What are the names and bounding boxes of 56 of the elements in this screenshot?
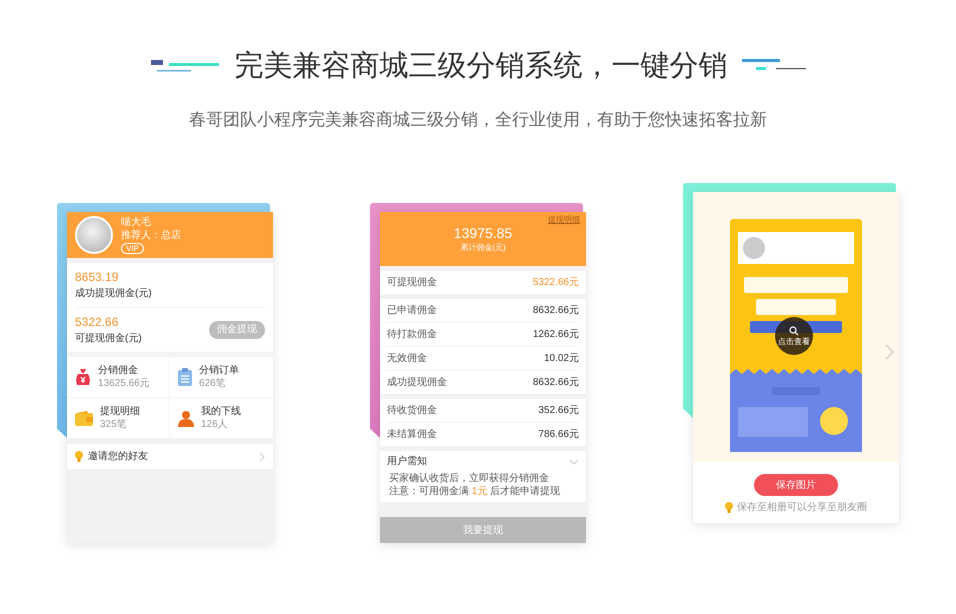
row-value: 786.66元 (538, 428, 579, 441)
money-bag-icon (75, 368, 91, 386)
row-value: 352.66元 (538, 404, 579, 417)
total-amount: 13975.85 (454, 225, 512, 241)
notice-text: 注意：可用佣金满 1元 后才能申请提现 (388, 485, 562, 498)
vip-badge: VIP (121, 242, 144, 254)
menu-detail: 325笔 (100, 418, 128, 431)
referrer-text: 推荐人：总店 (121, 230, 181, 242)
preview-label: 点击查看 (778, 337, 810, 346)
user-name: 喵大毛 (121, 216, 151, 228)
amount-value: 8653.19 (75, 270, 120, 284)
total-label: 累计佣金(元) (460, 243, 506, 253)
row-label: 已申请佣金 (387, 304, 437, 317)
menu-item[interactable]: 提现明细 325笔 (67, 398, 170, 439)
menu-detail: 626笔 (199, 377, 227, 390)
menu-detail: 126人 (201, 418, 229, 431)
search-icon (789, 326, 799, 336)
row-label: 可提现佣金 (387, 276, 437, 289)
row-label: 待打款佣金 (387, 328, 437, 341)
row-value: 1262.66元 (532, 328, 579, 341)
menu-item[interactable]: 我的下线 126人 (170, 398, 273, 439)
invite-row[interactable]: 邀请您的好友 (67, 444, 273, 469)
chevron-right-icon (259, 452, 265, 462)
line-ornament (150, 58, 220, 74)
amount-label: 成功提现佣金(元) (75, 287, 152, 300)
row-label: 成功提现佣金 (387, 376, 447, 389)
person-icon (178, 410, 194, 426)
wallet-icon (75, 410, 93, 426)
clipboard-icon (178, 368, 192, 386)
menu-title: 我的下线 (201, 405, 241, 418)
menu-title: 分销佣金 (98, 364, 139, 377)
invite-text: 邀请您的好友 (88, 450, 149, 463)
menu-item[interactable]: 分销佣金 13625.66元 (67, 357, 170, 398)
row-label: 未结算佣金 (387, 428, 437, 441)
amount-label: 可提现佣金(元) (75, 332, 142, 345)
amount-value: 5322.66 (75, 315, 120, 329)
avatar (75, 216, 113, 254)
menu-title: 提现明细 (100, 405, 140, 418)
notice-text: 买家确认收货后，立即获得分销佣金 (388, 472, 550, 485)
row-value: 8632.66元 (532, 304, 579, 317)
menu-detail: 13625.66元 (98, 377, 150, 390)
page-title: 完美兼容商城三级分销系统，一键分销 (234, 49, 728, 84)
save-hint: 保存至相册可以分享至朋友圈 (737, 501, 867, 514)
chevron-down-icon[interactable] (569, 458, 579, 464)
row-value: 5322.66元 (532, 276, 579, 289)
menu-item[interactable]: 分销订单 626笔 (170, 357, 273, 398)
row-label: 待收货佣金 (387, 404, 437, 417)
lightbulb-icon (75, 451, 83, 462)
row-value: 10.02元 (544, 352, 579, 365)
menu-title: 分销订单 (199, 364, 239, 377)
row-label: 无效佣金 (387, 352, 427, 365)
lightbulb-icon (725, 502, 733, 513)
page-subtitle: 春哥团队小程序完美兼容商城三级分销，全行业使用，有助于您快速拓客拉新 (189, 109, 767, 131)
notice-title: 用户需知 (387, 455, 427, 468)
chevron-right-icon[interactable] (885, 344, 894, 360)
row-value: 8632.66元 (532, 376, 579, 389)
